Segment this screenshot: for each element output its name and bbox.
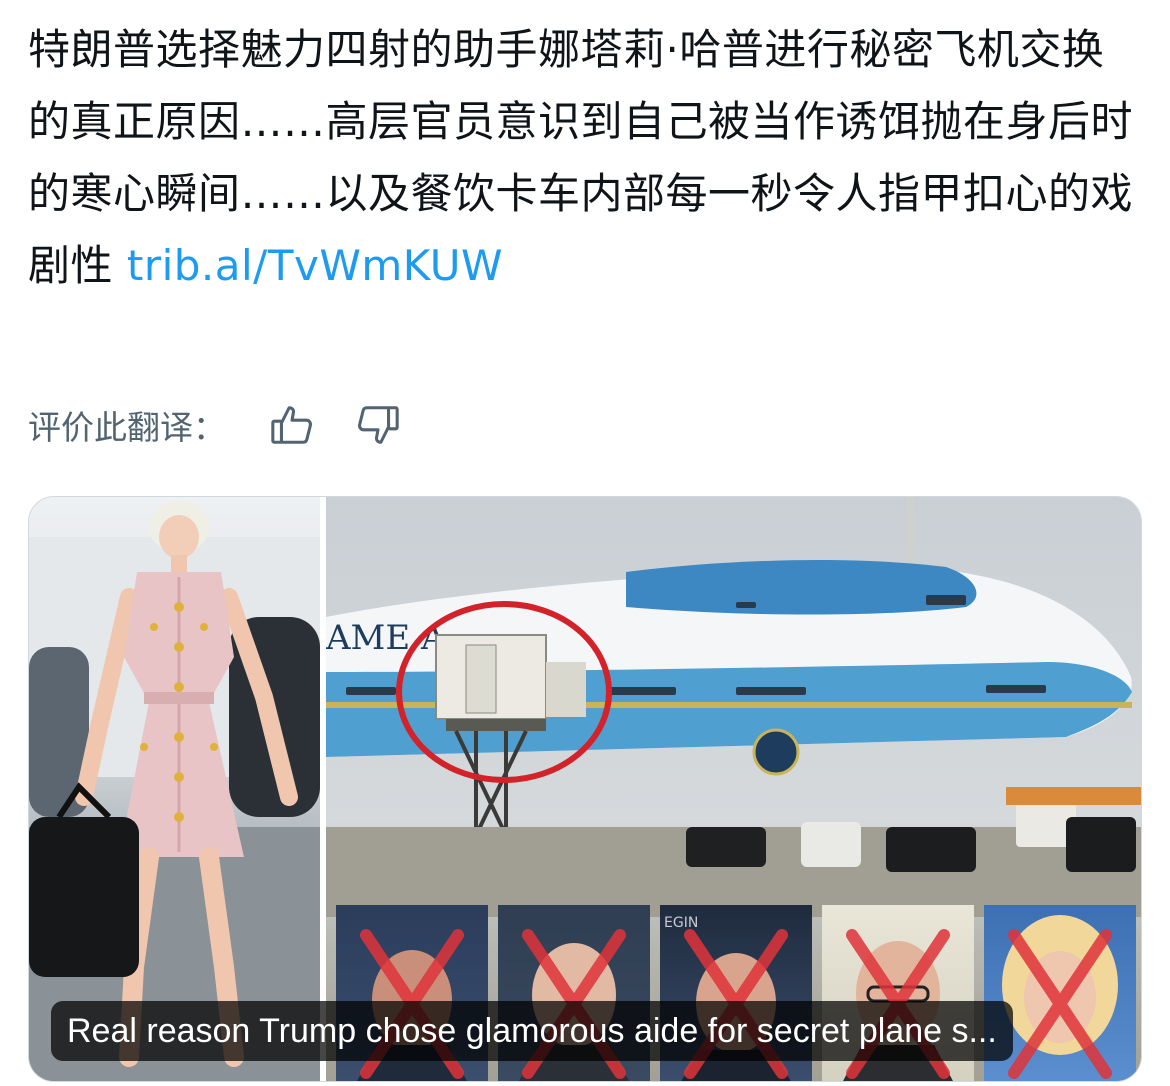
thumbs-down-icon (358, 406, 399, 444)
link-preview-card[interactable]: AME A EGIN Real reason Trump chose glamo… (28, 496, 1142, 1082)
plane-lettering: AME A (326, 618, 446, 658)
air-force-one-illustration: AME A (326, 497, 1141, 917)
thumbs-up-button[interactable] (262, 395, 322, 455)
tweet-text: 特朗普选择魅力四射的助手娜塔莉·哈普进行秘密飞机交换的真正原因……高层官员意识到… (28, 14, 1138, 302)
aide-photo (29, 497, 320, 1081)
rate-translation-label: 评价此翻译： (28, 408, 226, 447)
card-caption: Real reason Trump chose glamorous aide f… (51, 1001, 1013, 1061)
translation-rating: 评价此翻译： (28, 395, 434, 455)
thumbs-down-button[interactable] (348, 395, 408, 455)
tweet-link[interactable]: trib.al/TvWmKUW (127, 241, 503, 290)
aide-illustration (29, 501, 320, 1081)
thumbs-up-icon (271, 406, 312, 444)
plane-photo: AME A EGIN (326, 497, 1141, 1081)
card-image[interactable]: AME A EGIN Real reason Trump chose glamo… (29, 497, 1141, 1081)
sign-text-top: EGIN (664, 915, 698, 931)
